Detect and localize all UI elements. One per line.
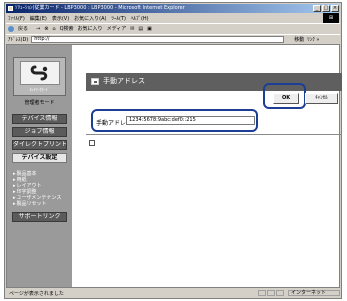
back-arrow-icon xyxy=(8,25,14,32)
status-cell xyxy=(258,290,266,296)
address-bar: ｱﾄﾞﾚｽ(D) http:// 移動 ﾘﾝｸ » xyxy=(6,34,340,43)
status-cell xyxy=(267,290,275,296)
menu-view[interactable]: 表示(V) xyxy=(52,15,69,22)
stop-button[interactable]: ⊗ xyxy=(44,26,48,32)
mode-label: 管理者モード xyxy=(24,100,55,106)
go-button[interactable]: 移動 xyxy=(294,36,304,43)
page-content: ﾈｯﾄﾜｰｸｶｰﾄﾞ 管理者モード デバイス情報 ジョブ情報 ダイレクトプリント… xyxy=(6,44,342,288)
nav-support-link[interactable]: サポートリンク xyxy=(12,212,67,222)
forward-button[interactable]: → xyxy=(36,26,40,32)
address-label: ｱﾄﾞﾚｽ(D) xyxy=(8,36,29,43)
menu-favorites[interactable]: お気に入り(A) xyxy=(74,15,106,22)
menu-tools[interactable]: ﾂｰﾙ(T) xyxy=(112,15,126,22)
ok-button[interactable]: OK xyxy=(273,93,299,104)
subitem-product-reset[interactable]: 製品リセット xyxy=(13,201,69,207)
settings-submenu: 製品基本 用紙 レイアウト 印字調整 ユーザメンテナンス 製品リセット xyxy=(13,171,69,207)
maximize-button[interactable]: □ xyxy=(322,5,330,12)
menu-bar: ﾌｧｲﾙ(F) 編集(E) 表示(V) お気に入り(A) ﾂｰﾙ(T) ﾍﾙﾌﾟ… xyxy=(6,14,340,22)
browser-window: ｿﾘｭｰｼｮﾝ(従業カード - LBP3000 : LBP3000 - Micr… xyxy=(4,2,342,299)
print-button[interactable]: ▤ xyxy=(138,26,143,32)
nav-job-info[interactable]: ジョブ情報 xyxy=(12,127,67,137)
page-title: 手動アドレス xyxy=(103,77,145,85)
close-button[interactable]: × xyxy=(331,5,339,12)
toolbar: 戻る → ⊗ ⌂ Q検索 お気に入り メディア ✉ ▤ ▣ xyxy=(6,23,340,33)
edit-button[interactable]: ▣ xyxy=(147,26,152,32)
product-logo: ﾈｯﾄﾜｰｸｶｰﾄﾞ xyxy=(13,57,66,96)
title-bar: ｿﾘｭｰｼｮﾝ(従業カード - LBP3000 : LBP3000 - Micr… xyxy=(6,4,340,13)
menu-edit[interactable]: 編集(E) xyxy=(30,15,47,22)
status-cell xyxy=(276,290,284,296)
address-input[interactable]: http:// xyxy=(31,35,285,43)
logo-caption: ﾈｯﾄﾜｰｸｶｰﾄﾞ xyxy=(29,87,50,92)
favorites-button[interactable]: お気に入り xyxy=(78,25,103,32)
menu-file[interactable]: ﾌｧｲﾙ(F) xyxy=(8,15,25,22)
network-card-logo-icon xyxy=(20,61,60,85)
nav-device-info[interactable]: デバイス情報 xyxy=(12,114,67,124)
back-button[interactable]: 戻る xyxy=(8,25,32,32)
cancel-button[interactable]: ｷｬﾝｾﾙ xyxy=(305,93,338,104)
help-icon[interactable] xyxy=(89,140,95,146)
manual-address-input[interactable]: 1234:5678:9abc:def0::215 xyxy=(126,116,255,125)
window-controls: _ □ × xyxy=(313,5,339,12)
windows-logo-icon: ⊞ xyxy=(323,13,339,23)
page-header-icon xyxy=(91,78,99,85)
menu-help[interactable]: ﾍﾙﾌﾟ(H) xyxy=(131,15,149,22)
sidebar: ﾈｯﾄﾜｰｸｶｰﾄﾞ 管理者モード デバイス情報 ジョブ情報 ダイレクトプリント… xyxy=(7,45,72,287)
main-panel: 手動アドレス OK ｷｬﾝｾﾙ 手動アドレス : 1234:5678:9abc:… xyxy=(72,45,342,287)
mail-button[interactable]: ✉ xyxy=(130,26,134,32)
search-button[interactable]: Q検索 xyxy=(60,25,74,32)
status-cells xyxy=(257,290,284,296)
nav-direct-print[interactable]: ダイレクトプリント xyxy=(12,140,67,150)
status-text: ページが表示されました xyxy=(9,290,64,297)
window-title: ｿﾘｭｰｼｮﾝ(従業カード - LBP3000 : LBP3000 - Micr… xyxy=(15,5,185,11)
home-button[interactable]: ⌂ xyxy=(52,26,55,32)
security-zone: インターネット xyxy=(288,290,340,296)
nav-device-settings[interactable]: デバイス設定 xyxy=(12,153,67,163)
media-button[interactable]: メディア xyxy=(107,25,127,32)
links-button[interactable]: ﾘﾝｸ » xyxy=(307,36,319,43)
section-divider xyxy=(86,134,342,135)
minimize-button[interactable]: _ xyxy=(313,5,321,12)
status-bar: ページが表示されました インターネット xyxy=(6,289,340,297)
ie-app-icon xyxy=(8,6,13,11)
